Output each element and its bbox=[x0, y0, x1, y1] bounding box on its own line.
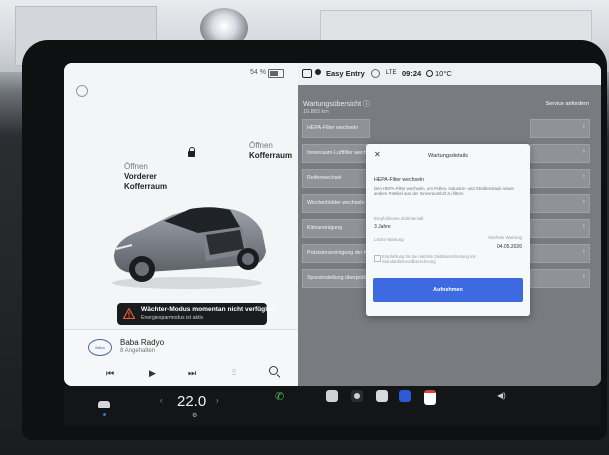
task-row[interactable]: Innenraum-Luftfilter wechseln bbox=[302, 144, 370, 163]
maintenance-details-dialog: ✕ Wartungsdetails HEPA-Filter wechseln D… bbox=[366, 144, 530, 316]
task-row[interactable]: Reifenwechsel bbox=[302, 169, 370, 188]
next-service-label: Nächste Wartung bbox=[488, 235, 522, 240]
car-pane: 54 % Öffnen Vorderer Kofferraum Öffnen K… bbox=[64, 63, 299, 386]
media-app-icon[interactable] bbox=[351, 390, 363, 402]
clock: 09:24 bbox=[402, 69, 422, 78]
outside-temp-icon bbox=[426, 70, 433, 77]
task-row-end[interactable]: › bbox=[530, 169, 590, 188]
outside-temperature: 10°C bbox=[435, 69, 452, 78]
chevron-right-icon: › bbox=[582, 273, 585, 280]
chevron-right-icon: › bbox=[582, 173, 585, 180]
temp-up-chevron-icon[interactable]: › bbox=[216, 396, 219, 405]
warning-icon bbox=[123, 308, 135, 319]
station-subtitle: 8 Angehalten bbox=[120, 348, 156, 354]
chevron-right-icon: › bbox=[582, 148, 585, 155]
rear-trunk-button[interactable]: Öffnen Kofferraum bbox=[249, 141, 292, 161]
wiper-icon[interactable] bbox=[76, 85, 88, 97]
touchscreen: 54 % Öffnen Vorderer Kofferraum Öffnen K… bbox=[64, 63, 601, 386]
rear-trunk-action: Öffnen bbox=[249, 141, 273, 150]
dialog-task-name: HEPA-Filter wechseln bbox=[374, 177, 425, 183]
task-row[interactable]: Klimareinigung bbox=[302, 219, 370, 238]
cabin-temperature[interactable]: 22.0 bbox=[177, 393, 206, 410]
bluetooth-icon[interactable] bbox=[399, 390, 411, 402]
lock-icon[interactable] bbox=[188, 147, 195, 157]
task-row[interactable]: Spureinstellung überprüfen bbox=[302, 269, 370, 288]
rear-trunk-name: Kofferraum bbox=[249, 151, 293, 160]
phone-icon[interactable]: ✆ bbox=[275, 390, 287, 403]
task-row-end[interactable]: › bbox=[530, 219, 590, 238]
volume-icon[interactable]: ◀) bbox=[497, 391, 506, 400]
task-row-end[interactable]: › bbox=[530, 269, 590, 288]
task-row-end[interactable]: › bbox=[530, 244, 590, 263]
app-launcher-icon[interactable] bbox=[326, 390, 338, 402]
front-trunk-action: Öffnen bbox=[124, 162, 148, 171]
next-track-icon[interactable]: ⏭ bbox=[188, 368, 196, 379]
equalizer-icon[interactable]: ⫶⫶ bbox=[232, 368, 236, 378]
vehicle-image[interactable] bbox=[102, 183, 272, 293]
bottom-dock: ‹ 22.0 › ⚙ ✆ ◀) bbox=[64, 386, 601, 426]
task-row-end[interactable]: › bbox=[530, 194, 590, 213]
play-icon[interactable]: ▶ bbox=[149, 368, 156, 379]
battery-icon bbox=[268, 69, 284, 78]
chevron-right-icon: › bbox=[582, 248, 585, 255]
chevron-right-icon: › bbox=[582, 223, 585, 230]
task-row-end[interactable]: › bbox=[530, 119, 590, 138]
mirror-icon[interactable] bbox=[302, 69, 312, 78]
car-status-bar: 54 % bbox=[64, 63, 298, 85]
dialog-title: Wartungsdetails bbox=[428, 153, 468, 159]
media-player: Baba Baba Radyo 8 Angehalten ⏮ ▶ ⏭ ⫶⫶ bbox=[64, 329, 298, 386]
top-status-bar: Easy Entry LTE 09:24 10°C bbox=[298, 63, 601, 85]
front-trunk-name-1: Vorderer bbox=[124, 172, 157, 181]
status-circle-icon bbox=[371, 69, 380, 78]
lte-signal-icon: LTE bbox=[386, 70, 397, 76]
fan-icon[interactable]: ⚙ bbox=[192, 412, 197, 419]
request-service-link[interactable]: Service anfordern bbox=[546, 101, 589, 107]
service-distance: 10.883 km bbox=[303, 109, 329, 115]
dialog-description: Den HEPA-Filter wechseln, um Pollen, Ind… bbox=[374, 186, 514, 197]
last-service-label: Letzte Wartung bbox=[374, 237, 404, 242]
radio-station-logo: Baba bbox=[88, 339, 112, 356]
car-selected-indicator bbox=[103, 413, 106, 416]
driver-profile-name[interactable]: Easy Entry bbox=[326, 69, 365, 78]
sentry-alert-title: Wächter-Modus momentan nicht verfügbar bbox=[141, 306, 276, 313]
previous-track-icon[interactable]: ⏮ bbox=[106, 368, 114, 379]
recommendation-text: Empfehlung für die nächste Zeitüberschre… bbox=[382, 254, 476, 265]
task-row[interactable]: Präzisionsreinigung der Kondensation bbox=[302, 244, 370, 263]
profile-icon[interactable] bbox=[315, 69, 321, 75]
camera-app-icon[interactable] bbox=[376, 390, 388, 402]
task-row[interactable]: HEPA-Filter wechseln bbox=[302, 119, 370, 138]
chevron-right-icon: › bbox=[582, 198, 585, 205]
photo-backdrop: 54 % Öffnen Vorderer Kofferraum Öffnen K… bbox=[0, 0, 609, 455]
station-name: Baba Radyo bbox=[120, 338, 165, 347]
interval-value: 3 Jahre bbox=[374, 224, 391, 230]
car-icon[interactable] bbox=[98, 401, 110, 408]
search-icon[interactable] bbox=[269, 366, 278, 375]
temp-down-chevron-icon[interactable]: ‹ bbox=[160, 396, 163, 405]
next-service-date: 04.05.2026 bbox=[496, 244, 522, 250]
service-title: Wartungsübersicht ⓘ bbox=[303, 101, 371, 108]
interval-label: Empfohlenes Zeitintervall bbox=[374, 216, 424, 221]
sentry-alert-subtitle: Energiesparmodus ist aktiv bbox=[141, 315, 204, 321]
record-service-button[interactable]: Aufnehmen bbox=[373, 278, 523, 302]
recommendation-checkbox[interactable] bbox=[374, 255, 381, 262]
task-row[interactable]: Wischerblätter wechseln bbox=[302, 194, 370, 213]
chevron-right-icon: › bbox=[582, 123, 585, 130]
sentry-alert: Wächter-Modus momentan nicht verfügbar E… bbox=[117, 303, 275, 325]
calendar-icon[interactable] bbox=[424, 390, 436, 405]
task-row-end[interactable]: › bbox=[530, 144, 590, 163]
battery-percent: 54 % bbox=[250, 69, 266, 76]
